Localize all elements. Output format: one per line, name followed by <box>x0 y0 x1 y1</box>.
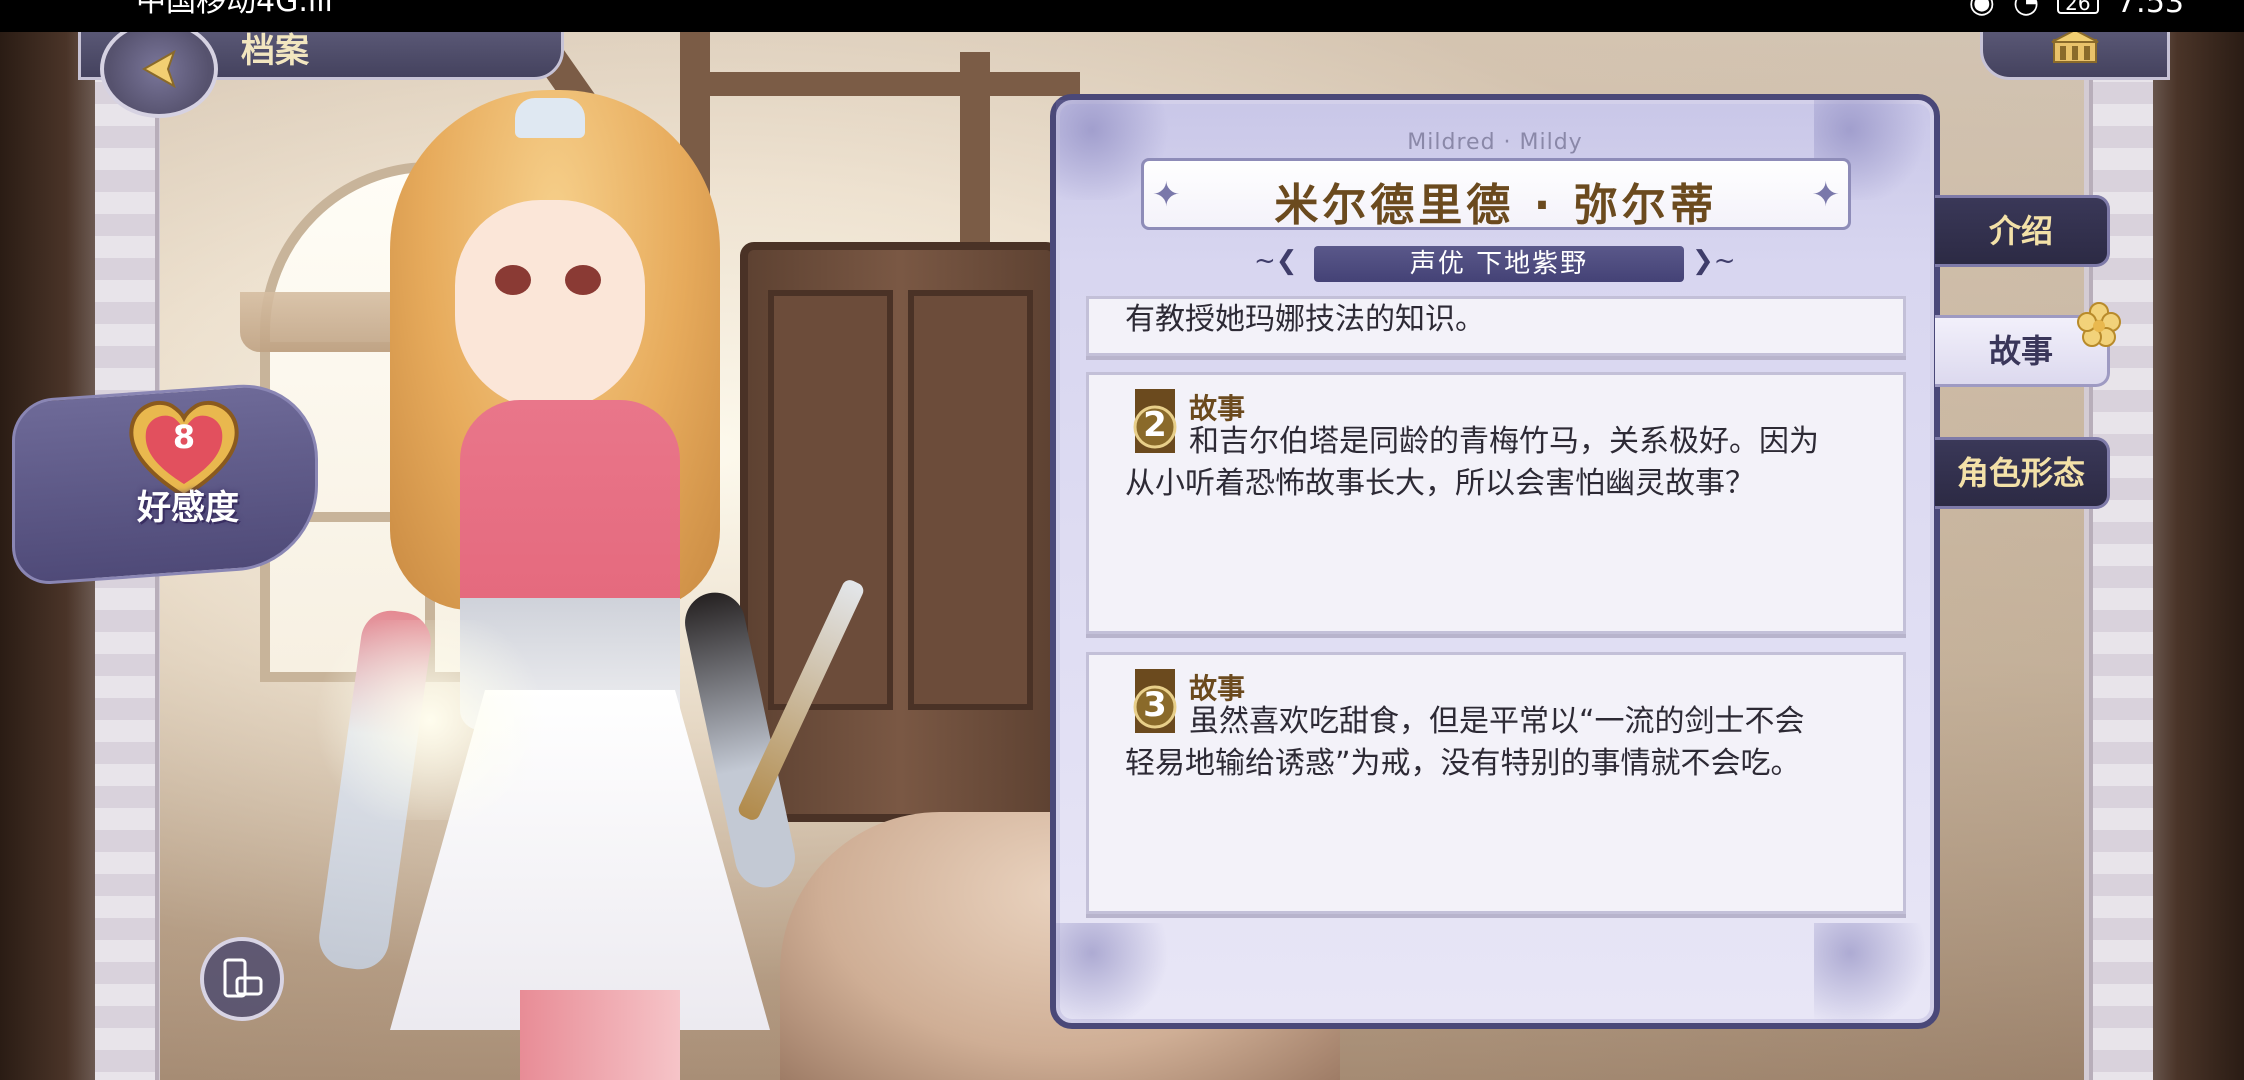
tab-intro[interactable]: 介绍 <box>1935 195 2110 267</box>
profile-panel: Mildred · Mildy ✦ 米尔德里德 · 弥尔蒂 ✦ ~❮ 声优 下地… <box>1050 94 1940 1029</box>
scroll-ornament-icon: ❯~ <box>1692 246 1736 276</box>
back-arrow-icon <box>141 49 176 89</box>
tiara <box>515 98 585 138</box>
carrier-name: 中国移动 <box>136 0 256 19</box>
scroll-ornament-icon: ~❮ <box>1254 246 1298 276</box>
affinity-level: 8 <box>172 418 196 456</box>
right-wall <box>2149 32 2244 1080</box>
back-button[interactable] <box>100 20 218 118</box>
panel-ornament <box>1814 923 1934 1023</box>
entry-text-line: 虽然喜欢吃甜食，但是平常以“一流的剑士不会 <box>1189 704 1805 739</box>
status-bar: 中国移动4G.ill ◉ ◔ 26 7:53 <box>0 0 2244 32</box>
entry-text-line: 轻易地输给诱惑”为戒，没有特别的事情就不会吃。 <box>1125 746 1801 781</box>
flower-icon <box>2077 302 2121 347</box>
character-model[interactable] <box>290 90 866 1080</box>
rotate-view-button[interactable] <box>200 937 284 1021</box>
panel-ornament <box>1056 923 1176 1023</box>
eye-icon: ◉ <box>1968 0 1995 20</box>
affinity-label: 好感度 <box>137 488 239 528</box>
character-legs <box>520 990 680 1080</box>
mute-icon: ◔ <box>2012 0 2040 20</box>
character-eye <box>565 265 601 295</box>
entry-number: 2 <box>1143 405 1167 445</box>
character-face <box>455 200 645 410</box>
entry-text: 有教授她玛娜技法的知识。 <box>1125 302 1485 337</box>
status-right: ◉ ◔ 26 7:53 <box>1968 0 2184 20</box>
romanized-name: Mildred · Mildy <box>1407 130 1583 155</box>
home-icon[interactable] <box>2050 28 2100 64</box>
voice-actor-plate: 声优 下地紫野 <box>1314 246 1684 282</box>
battery-indicator: 26 <box>2057 0 2099 14</box>
character-name: 米尔德里德 · 弥尔蒂 <box>1274 180 1718 231</box>
clock: 7:53 <box>2116 0 2184 20</box>
profile-entry: 3 故事 虽然喜欢吃甜食，但是平常以“一流的剑士不会 轻易地输给诱惑”为戒，没有… <box>1086 652 1906 914</box>
entry-text-line: 和吉尔伯塔是同龄的青梅竹马，关系极好。因为 <box>1189 424 1819 459</box>
rotate-device-icon <box>223 958 263 998</box>
carrier-label: 中国移动4G.ill <box>136 0 333 17</box>
light-glow <box>300 620 560 820</box>
name-plate: ✦ 米尔德里德 · 弥尔蒂 ✦ <box>1141 158 1851 231</box>
character-eye <box>495 265 531 295</box>
star-ornament-icon: ✦ <box>1811 175 1841 215</box>
voice-actor-text: 声优 下地紫野 <box>1409 249 1589 279</box>
signal-indicator: 4G.ill <box>256 0 333 19</box>
profile-entry: 有教授她玛娜技法的知识。 <box>1086 296 1906 356</box>
tab-character-form[interactable]: 角色形态 <box>1935 437 2110 509</box>
profile-entry: 2 故事 和吉尔伯塔是同龄的青梅竹马，关系极好。因为 从小听着恐怖故事长大，所以… <box>1086 372 1906 634</box>
entry-text-line: 从小听着恐怖故事长大，所以会害怕幽灵故事？ <box>1125 466 1755 501</box>
entry-number: 3 <box>1143 685 1167 725</box>
